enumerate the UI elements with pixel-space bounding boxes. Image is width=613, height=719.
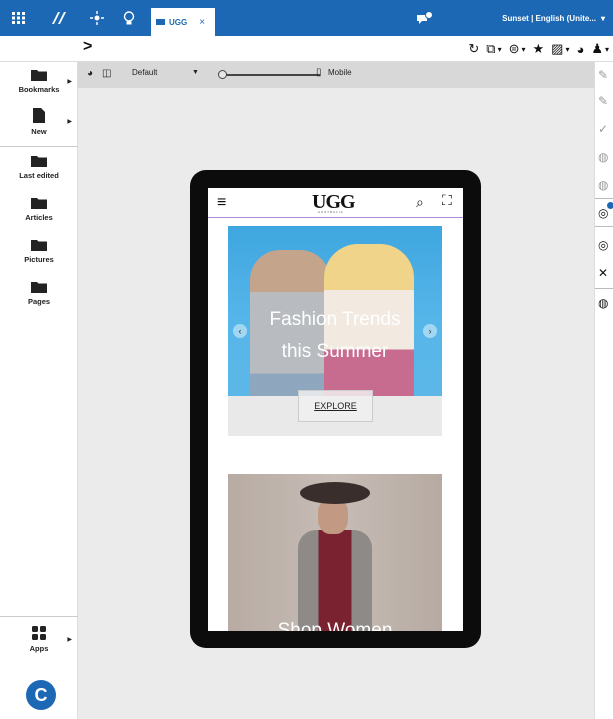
mobile-label: Mobile [328, 68, 352, 77]
sidebar-item-label: Articles [25, 213, 53, 222]
right-rail: ✎ ✎ ✓ ◍ ◍ ◎ ◎ ✕ ◍ [594, 62, 613, 719]
star-icon[interactable]: ★ [533, 41, 545, 57]
sidebar-item-label: New [31, 127, 47, 136]
brand-subtitle: AUSTRALIA [318, 210, 344, 214]
expand-chevron-icon[interactable]: > [83, 38, 92, 56]
folder-search-icon [0, 238, 78, 254]
folder-star-icon [0, 68, 78, 84]
close-icon[interactable]: ✕ [598, 266, 612, 280]
image-icon[interactable]: ▨ [551, 41, 563, 57]
translate-globe-icon[interactable]: ◍ [598, 296, 612, 310]
site-info-label: Sunset | English (Unite... [502, 13, 596, 23]
edit-pen-icon[interactable]: ✎ [598, 68, 612, 82]
site-header: ≡ UGG AUSTRALIA ⌕ ⛶ [208, 188, 463, 218]
coremedia-logo[interactable]: C [26, 680, 56, 710]
rail-divider [595, 198, 613, 199]
sidebar-item-apps[interactable]: Apps ▶ [0, 626, 78, 653]
sidebar-item-bookmarks[interactable]: Bookmarks ▶ [0, 68, 78, 94]
sidebar-item-label: Apps [29, 644, 49, 653]
promo-title: Shop Women [277, 620, 393, 631]
workspace-compass-icon[interactable] [84, 0, 110, 36]
sidebar-item-label: Bookmarks [18, 85, 60, 94]
toolbar-actions: ↻ ⧉ ▾ ⊜ ▾ ★ ▨ ▾ ◕ ♟ ▾ [468, 36, 609, 62]
refresh-icon[interactable]: ↻ [468, 41, 479, 57]
sync-icon[interactable]: ◎ [598, 238, 612, 252]
site-selector[interactable]: Sunset | English (Unite... ▾ [502, 0, 605, 36]
new-document-icon [0, 108, 78, 126]
chat-notification-icon[interactable] [412, 0, 438, 36]
carousel-prev-icon[interactable]: ‹ [233, 324, 247, 338]
folder-search-icon [0, 196, 78, 212]
clock-icon[interactable]: ◕ [576, 42, 584, 57]
globe-icon[interactable]: ◍ [598, 178, 612, 192]
device-preset-select[interactable]: Default [132, 68, 157, 77]
sidebar-item-label: Pages [27, 297, 51, 306]
chevron-down-icon[interactable]: ▼ [192, 69, 199, 76]
zoom-slider-handle[interactable] [218, 70, 227, 79]
open-external-icon[interactable]: ⧉ [486, 41, 495, 57]
chevron-down-icon: ▾ [600, 13, 605, 23]
tab-ugg[interactable]: UGG × [151, 8, 215, 36]
rail-divider [595, 226, 613, 227]
explore-button[interactable]: EXPLORE [298, 390, 373, 422]
left-sidebar: Bookmarks ▶ New ▶ Last edited Articles P… [0, 62, 78, 719]
sidebar-item-last-edited[interactable]: Last edited [0, 154, 78, 180]
hero-banner[interactable]: Fashion Trends this Summer ‹ › EXPLORE [228, 226, 442, 436]
sidebar-item-label: Pictures [24, 255, 54, 264]
approve-check-icon[interactable]: ✓ [598, 122, 612, 136]
chevron-right-icon: ▶ [67, 637, 72, 643]
apps-icon [0, 626, 78, 643]
sidebar-item-new[interactable]: New ▶ [0, 108, 78, 136]
tab-close-button[interactable]: × [199, 17, 205, 28]
search-icon[interactable]: ⌕ [416, 194, 424, 211]
sidebar-item-label: Last edited [19, 171, 59, 180]
mobile-preview-screen: ≡ UGG AUSTRALIA ⌕ ⛶ Fashion Trends this … [208, 188, 463, 631]
user-settings-icon[interactable]: ♟ [591, 41, 603, 57]
sync-icon[interactable]: ◎ [598, 206, 612, 220]
rail-divider [595, 288, 613, 289]
main-toolbar: > ↻ ⧉ ▾ ⊜ ▾ ★ ▨ ▾ ◕ ♟ ▾ [0, 36, 613, 62]
sidebar-divider [0, 616, 78, 617]
model-hat [300, 482, 370, 504]
mobile-device-icon: ▯ [316, 67, 322, 78]
globe-icon[interactable]: ◍ [598, 150, 612, 164]
preview-frame-icon[interactable]: ◫ [102, 68, 111, 79]
lightbulb-icon[interactable] [116, 0, 142, 36]
model-body [298, 530, 372, 631]
promo-banner[interactable]: Shop Women [228, 474, 442, 631]
hero-title-line: Fashion Trends [269, 309, 401, 330]
chevron-down-icon[interactable]: ▾ [521, 45, 525, 54]
flag-icon [156, 19, 165, 25]
hero-title: Fashion Trends this Summer [228, 304, 442, 368]
sidebar-item-pictures[interactable]: Pictures [0, 238, 78, 264]
preview-toolbar: ◕ ◫ Default ▼ ▯ Mobile [78, 62, 594, 88]
chevron-right-icon: ▶ [67, 79, 72, 85]
palette-icon[interactable]: ◕ [87, 68, 93, 79]
layers-icon[interactable]: ⊜ [509, 41, 520, 57]
folder-search-icon [0, 154, 78, 170]
sidebar-item-articles[interactable]: Articles [0, 196, 78, 222]
sidebar-divider [0, 146, 78, 147]
shopping-bag-icon[interactable]: ⛶ [442, 192, 452, 209]
apps-grid-icon[interactable] [4, 0, 34, 36]
sidebar-item-pages[interactable]: Pages [0, 280, 78, 306]
folder-search-icon [0, 280, 78, 296]
coremedia-logo-icon[interactable] [44, 0, 74, 36]
edit-pen-icon[interactable]: ✎ [598, 94, 612, 108]
chevron-down-icon[interactable]: ▾ [565, 45, 569, 54]
top-bar: UGG × Sunset | English (Unite... ▾ [0, 0, 613, 36]
chevron-right-icon: ▶ [67, 119, 72, 125]
zoom-slider-track[interactable] [224, 74, 320, 76]
hamburger-menu-icon[interactable]: ≡ [217, 194, 226, 212]
chevron-down-icon[interactable]: ▾ [605, 45, 609, 54]
hero-title-line: this Summer [281, 341, 389, 362]
carousel-next-icon[interactable]: › [423, 324, 437, 338]
chevron-down-icon[interactable]: ▾ [498, 45, 502, 54]
tab-label: UGG [169, 17, 188, 27]
